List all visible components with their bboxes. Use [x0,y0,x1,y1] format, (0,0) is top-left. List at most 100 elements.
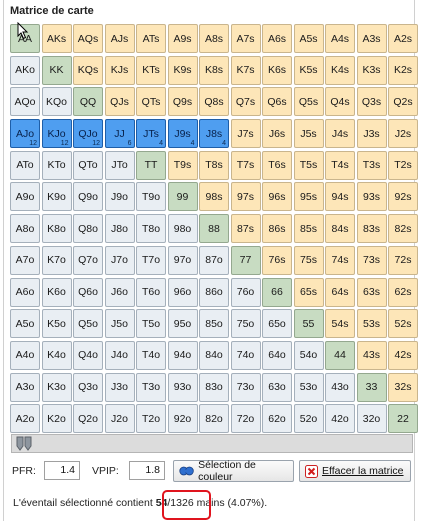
hand-cell[interactable]: KK [41,55,72,85]
hand-cell[interactable]: A7o [10,245,40,275]
hand-cell[interactable]: Q7s [230,87,261,117]
hand-cell[interactable]: 82o [199,404,229,434]
hand-cell[interactable]: 42o [325,404,355,434]
hand-cell[interactable]: A7s [230,24,261,53]
hand-cell[interactable]: 92s [388,182,418,212]
hand-cell[interactable]: T5o [136,309,166,339]
hand-cell[interactable]: K3s [356,55,387,85]
hand-cell[interactable]: T5s [293,150,324,180]
hand-cell[interactable]: 95s [293,182,324,212]
hand-cell[interactable]: 75o [230,309,261,339]
hand-cell[interactable]: K6o [41,277,72,307]
hand-cell[interactable]: 65s [293,277,324,307]
hand-cell[interactable]: 33 [356,372,387,402]
hand-cell[interactable]: T8s [199,150,229,180]
hand-cell[interactable]: JTo [104,150,135,180]
hand-cell[interactable]: 64s [325,277,355,307]
hand-cell[interactable]: Q4o [73,340,103,370]
hand-cell[interactable]: J9s 4 [167,119,198,149]
hand-cell[interactable]: 87o [199,245,229,275]
hand-cell[interactable]: K8s [199,55,229,85]
hand-cell[interactable]: J2o [104,404,135,434]
hand-cell[interactable]: Q3s [356,87,387,117]
hand-cell[interactable]: Q4s [325,87,355,117]
hand-cell[interactable]: Q9s [167,87,198,117]
hand-cell[interactable]: KTo [41,150,72,180]
hand-cell[interactable]: AJs [104,24,135,53]
hand-cell[interactable]: 32o [356,404,387,434]
hand-cell[interactable]: 54o [293,340,324,370]
hand-cell[interactable]: A8o [10,214,40,244]
hand-cell[interactable]: J3s [356,119,387,149]
hand-cell[interactable]: J4s [325,119,355,149]
hand-cell[interactable]: 76o [230,277,261,307]
hand-cell[interactable]: J5o [104,309,135,339]
hand-cell[interactable]: T6o [136,277,166,307]
hand-cell[interactable]: 22 [388,404,418,434]
hand-cell[interactable]: T7s [230,150,261,180]
hand-cell[interactable]: Q7o [73,245,103,275]
hand-cell[interactable]: AJo 12 [10,119,40,149]
hand-cell[interactable]: A4s [325,24,355,53]
hand-cell[interactable]: T2o [136,404,166,434]
hand-cell[interactable]: KQo [41,87,72,117]
hand-cell[interactable]: 32s [388,372,418,402]
hand-cell[interactable]: K3o [41,372,72,402]
hand-cell[interactable]: 85s [293,214,324,244]
hand-cell[interactable]: T7o [136,245,166,275]
hand-cell[interactable]: JJ 6 [104,119,135,149]
hand-cell[interactable]: K7s [230,55,261,85]
hand-cell[interactable]: 73s [356,245,387,275]
hand-cell[interactable]: 95o [167,309,198,339]
hand-cell[interactable]: T4s [325,150,355,180]
hand-cell[interactable]: 75s [293,245,324,275]
hand-cell[interactable]: QJo 12 [73,119,103,149]
hand-cell[interactable]: J3o [104,372,135,402]
hand-cell[interactable]: K2o [41,404,72,434]
hand-cell[interactable]: 62o [262,404,292,434]
hand-cell[interactable]: 62s [388,277,418,307]
hand-cell[interactable]: J9o [104,182,135,212]
hand-cell[interactable]: Q5s [293,87,324,117]
hand-cell[interactable]: 92o [167,404,198,434]
hand-cell[interactable]: 43o [325,372,355,402]
hand-cell[interactable]: AKs [41,24,72,53]
hand-cell[interactable]: J8s 4 [199,119,229,149]
hand-cell[interactable]: A6s [262,24,292,53]
hand-cell[interactable]: K4o [41,340,72,370]
hand-cell[interactable]: A9o [10,182,40,212]
hand-cell[interactable]: 65o [262,309,292,339]
hand-cell[interactable]: AKo [10,55,40,85]
hand-cell[interactable]: A5s [293,24,324,53]
hand-cell[interactable]: 85o [199,309,229,339]
hand-cell[interactable]: 52s [388,309,418,339]
hand-cell[interactable]: KJs [104,55,135,85]
hand-cell[interactable]: 53o [293,372,324,402]
hand-cell[interactable]: KQs [73,55,103,85]
hand-cell[interactable]: K5o [41,309,72,339]
hand-cell[interactable]: 74s [325,245,355,275]
hand-cell[interactable]: 83o [199,372,229,402]
hand-cell[interactable]: J6o [104,277,135,307]
hand-cell[interactable]: A2s [388,24,418,53]
hand-cell[interactable]: 44 [325,340,355,370]
hand-cell[interactable]: 83s [356,214,387,244]
hand-cell[interactable]: J8o [104,214,135,244]
hand-cell[interactable]: Q8o [73,214,103,244]
hand-cell[interactable]: 98o [167,214,198,244]
hand-cell[interactable]: K2s [388,55,418,85]
hand-cell[interactable]: QQ [73,87,103,117]
hand-cell[interactable]: T3o [136,372,166,402]
hand-cell[interactable]: KJo 12 [41,119,72,149]
range-slider-track[interactable] [11,434,413,453]
hand-cell[interactable]: K9o [41,182,72,212]
hand-cell[interactable]: T6s [262,150,292,180]
hand-cell[interactable]: Q5o [73,309,103,339]
hand-cell[interactable]: 96s [262,182,292,212]
hand-cell[interactable]: 54s [325,309,355,339]
hand-cell[interactable]: 84s [325,214,355,244]
hand-cell[interactable]: K7o [41,245,72,275]
hand-cell[interactable]: 76s [262,245,292,275]
hand-cell[interactable]: J7o [104,245,135,275]
hand-cell[interactable]: 87s [230,214,261,244]
